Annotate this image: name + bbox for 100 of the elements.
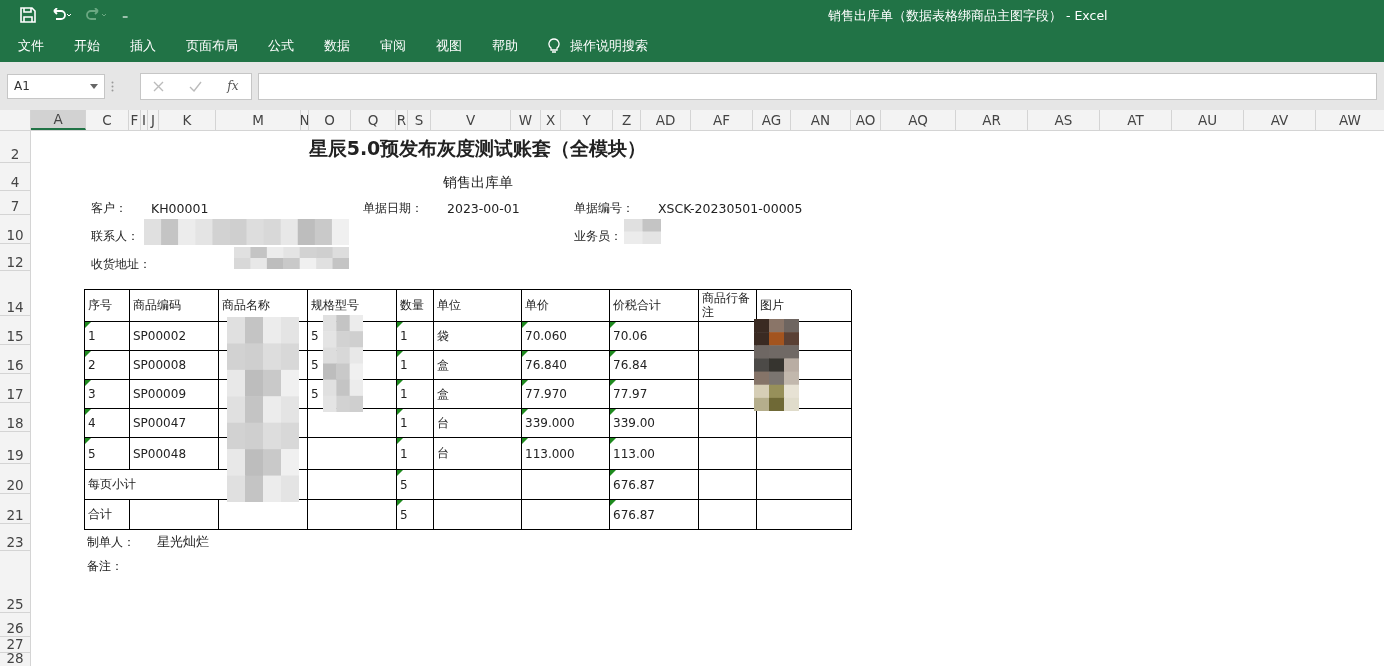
menu-tab[interactable]: 视图 [436, 37, 462, 55]
table-cell: 盒 [434, 380, 522, 409]
row-header[interactable]: 21 [0, 494, 30, 524]
menu-tab[interactable]: 页面布局 [186, 37, 238, 55]
column-header[interactable]: AF [691, 110, 753, 130]
insert-function-button[interactable]: fx [227, 79, 239, 93]
column-header[interactable]: AD [641, 110, 691, 130]
field-value: 星光灿烂 [157, 533, 209, 551]
column-header[interactable]: K [159, 110, 216, 130]
column-header[interactable]: N [301, 110, 309, 130]
document-title: 星辰5.0预发布灰度测试账套（全模块） [307, 136, 648, 160]
row-header[interactable]: 27 [0, 637, 30, 653]
row-header[interactable]: 28 [0, 653, 30, 666]
row-header[interactable]: 20 [0, 464, 30, 494]
menu-tab[interactable]: 开始 [74, 37, 100, 55]
row-header[interactable]: 19 [0, 432, 30, 464]
table-cell: 盒 [434, 351, 522, 380]
row-header[interactable]: 4 [0, 163, 30, 191]
field-label: 客户： [91, 199, 127, 217]
field-label: 业务员： [574, 227, 622, 245]
table-cell: 台 [434, 438, 522, 470]
table-cell: 70.060 [522, 322, 610, 351]
table-cell: SP00008 [130, 351, 219, 380]
column-header[interactable]: AV [1244, 110, 1316, 130]
column-header[interactable]: F [129, 110, 141, 130]
column-header[interactable]: AR [956, 110, 1028, 130]
column-heading: 序号 [85, 290, 130, 322]
field-value: KH00001 [151, 200, 209, 216]
name-box[interactable]: A1 [7, 73, 105, 99]
table-cell: 1 [85, 322, 130, 351]
menu-tab[interactable]: 审阅 [380, 37, 406, 55]
column-header[interactable]: AN [791, 110, 851, 130]
table-cell: 5 [397, 470, 434, 500]
menu-tab[interactable]: 数据 [324, 37, 350, 55]
column-header[interactable]: AW [1316, 110, 1384, 130]
column-header[interactable]: I [141, 110, 148, 130]
menu-tab[interactable]: 插入 [130, 37, 156, 55]
field-value: XSCK-20230501-00005 [658, 200, 803, 216]
column-heading: 商品编码 [130, 290, 219, 322]
table-cell: 5 [397, 500, 434, 530]
table-cell: 70.06 [610, 322, 699, 351]
field-value: 2023-00-01 [447, 200, 520, 216]
column-header[interactable]: O [309, 110, 351, 130]
column-header[interactable]: C [86, 110, 129, 130]
row-header[interactable]: 23 [0, 524, 30, 551]
table-cell: 2 [85, 351, 130, 380]
field-label: 收货地址： [91, 255, 151, 273]
document-subtitle: 销售出库单 [441, 174, 514, 192]
menu-tab[interactable]: 文件 [18, 37, 44, 55]
column-header[interactable]: J [148, 110, 159, 130]
column-header[interactable]: S [408, 110, 431, 130]
table-cell: 676.87 [610, 470, 699, 500]
row-header[interactable]: 15 [0, 316, 30, 345]
column-header[interactable]: AT [1100, 110, 1172, 130]
row-header[interactable]: 25 [0, 551, 30, 613]
table-cell: SP00002 [130, 322, 219, 351]
column-header[interactable]: AO [851, 110, 881, 130]
menu-tab[interactable]: 公式 [268, 37, 294, 55]
column-header[interactable]: R [396, 110, 408, 130]
table-cell: 113.000 [522, 438, 610, 470]
column-heading: 数量 [397, 290, 434, 322]
table-cell: 1 [397, 351, 434, 380]
row-header[interactable]: 16 [0, 345, 30, 374]
column-header[interactable]: A [31, 110, 86, 130]
table-cell: 5 [85, 438, 130, 470]
table-cell: 袋 [434, 322, 522, 351]
column-header[interactable]: AU [1172, 110, 1244, 130]
row-header[interactable]: 2 [0, 131, 30, 163]
field-label: 联系人： [91, 227, 139, 245]
tell-me-search[interactable]: 操作说明搜索 [548, 37, 648, 55]
row-header[interactable]: 7 [0, 191, 30, 215]
row-header[interactable]: 18 [0, 403, 30, 432]
column-header[interactable]: Y [561, 110, 613, 130]
column-header[interactable]: AS [1028, 110, 1100, 130]
row-header[interactable]: 12 [0, 244, 30, 271]
customize-toolbar-button[interactable]: ₌ [122, 8, 129, 22]
row-header[interactable]: 10 [0, 215, 30, 244]
table-cell: 台 [434, 409, 522, 438]
row-header[interactable]: 26 [0, 613, 30, 637]
table-cell: 1 [397, 380, 434, 409]
column-header[interactable]: Q [351, 110, 396, 130]
row-header[interactable]: 14 [0, 271, 30, 316]
table-cell: 339.000 [522, 409, 610, 438]
table-cell: 1 [397, 438, 434, 470]
column-header[interactable]: M [216, 110, 301, 130]
column-heading: 价税合计 [610, 290, 699, 322]
field-label: 备注： [87, 557, 123, 575]
menu-tab[interactable]: 帮助 [492, 37, 518, 55]
column-header[interactable]: AQ [881, 110, 956, 130]
table-cell: 77.970 [522, 380, 610, 409]
table-cell: SP00048 [130, 438, 219, 470]
column-header[interactable]: AG [753, 110, 791, 130]
column-header[interactable]: V [431, 110, 511, 130]
row-header[interactable]: 17 [0, 374, 30, 403]
table-cell: 3 [85, 380, 130, 409]
column-header[interactable]: Z [613, 110, 641, 130]
column-header[interactable]: X [541, 110, 561, 130]
column-header[interactable]: W [511, 110, 541, 130]
table-cell: 113.00 [610, 438, 699, 470]
table-cell: 合计 [85, 500, 130, 530]
